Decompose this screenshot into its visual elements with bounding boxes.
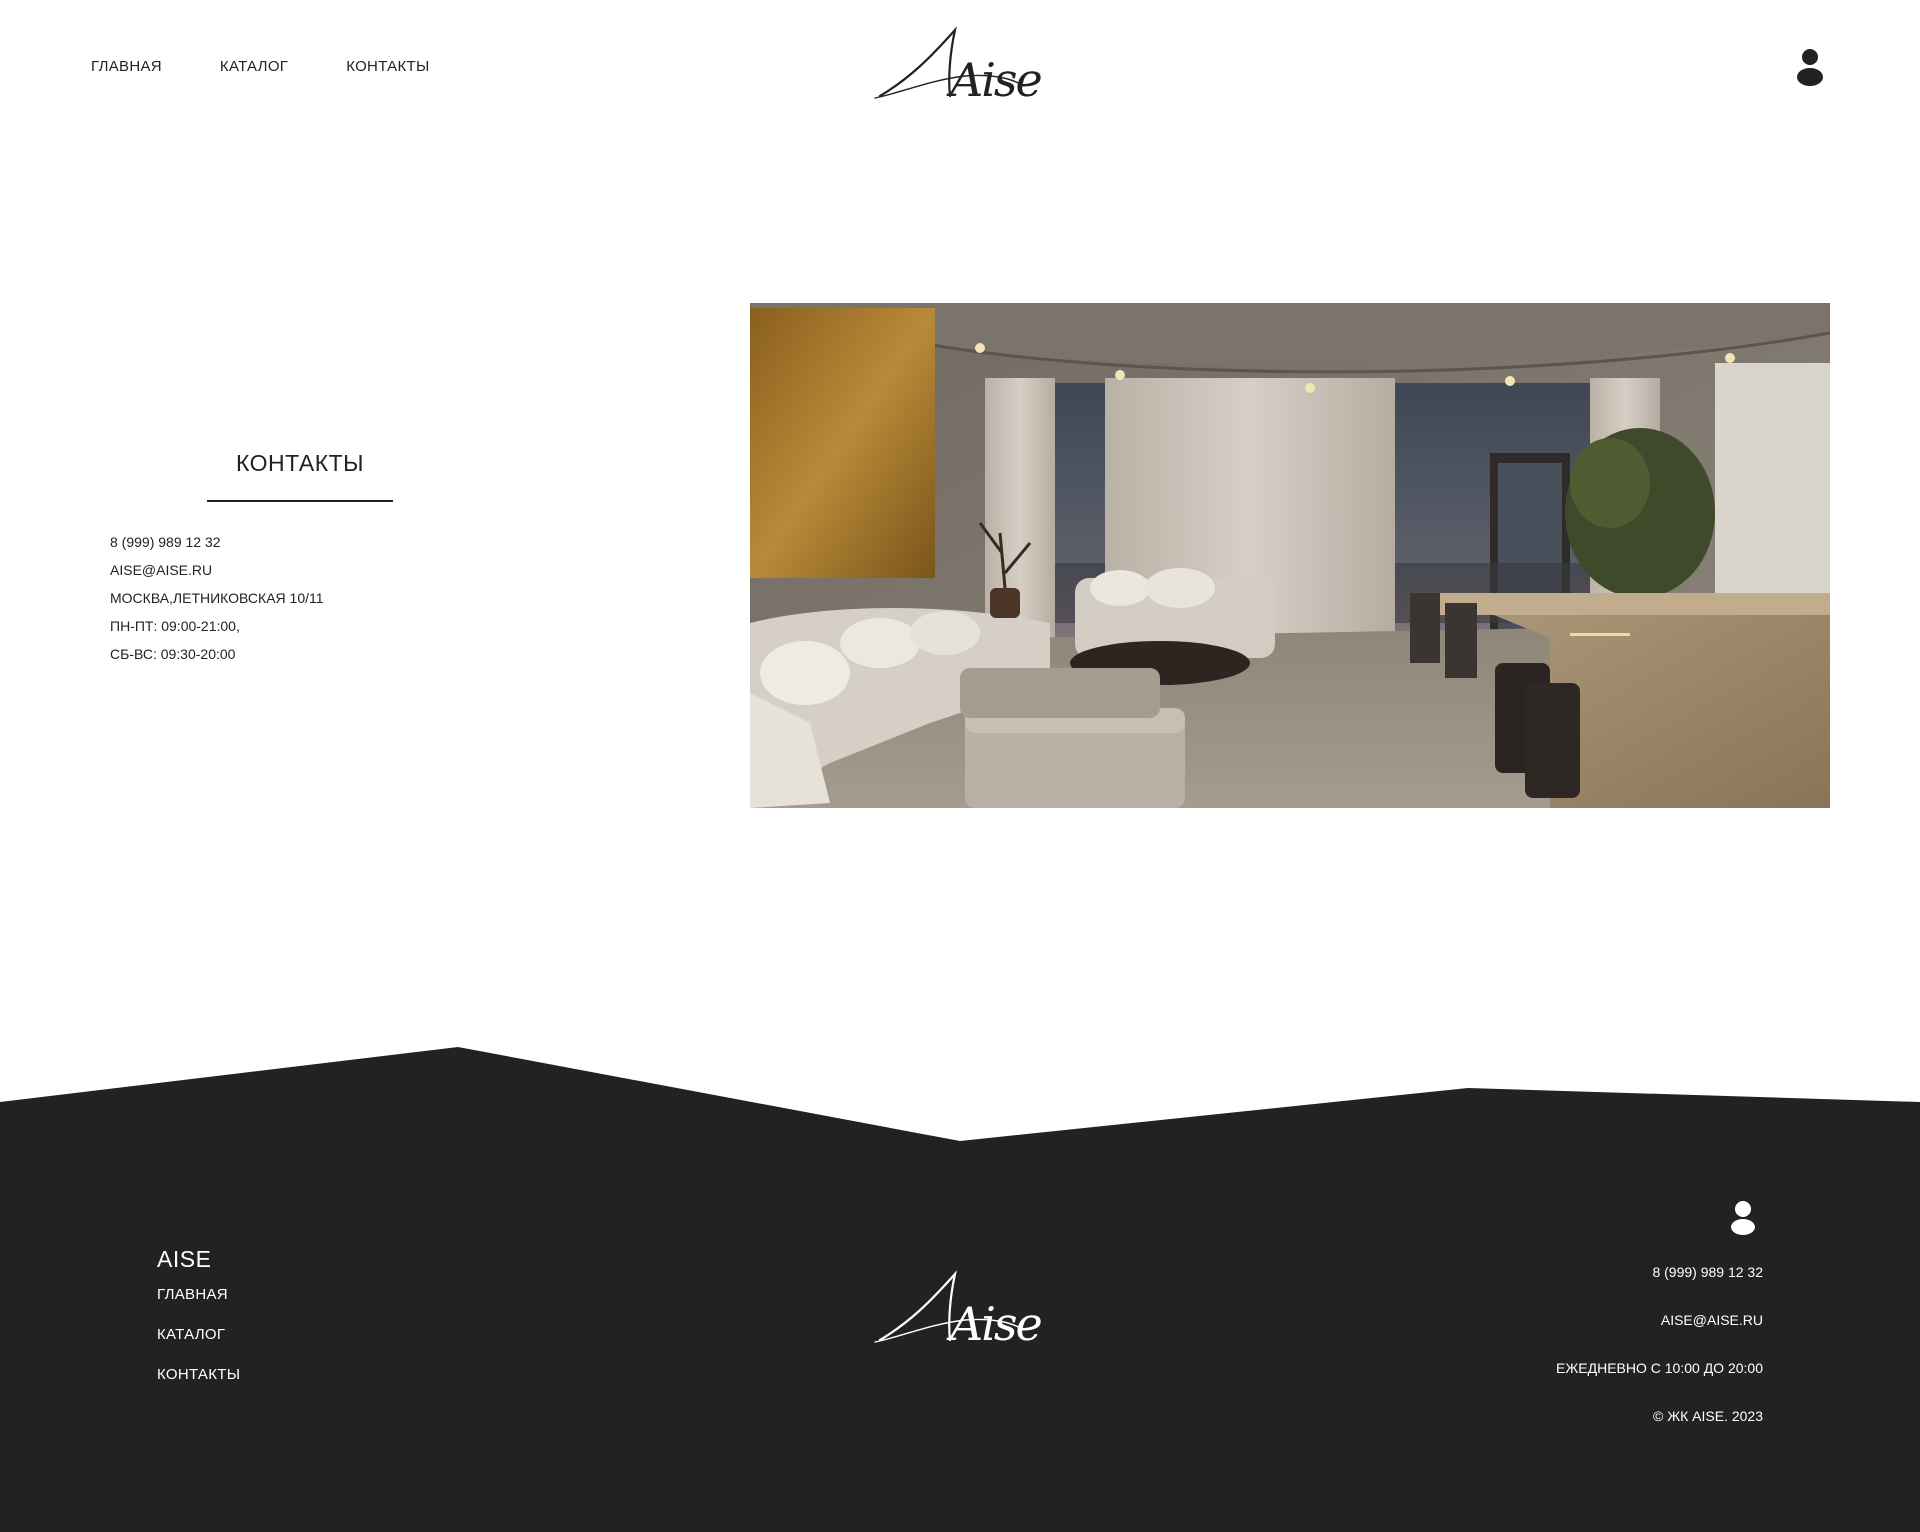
footer-hours: ЕЖЕДНЕВНО С 10:00 ДО 20:00 <box>1556 1360 1763 1376</box>
contact-phone[interactable]: 8 (999) 989 12 32 <box>110 528 324 556</box>
nav-link-home[interactable]: ГЛАВНАЯ <box>91 58 162 75</box>
footer-nav: ГЛАВНАЯ КАТАЛОГ КОНТАКТЫ <box>157 1286 240 1406</box>
contact-hours-weekend: СБ-ВС: 09:30-20:00 <box>110 646 236 662</box>
main-nav: ГЛАВНАЯ КАТАЛОГ КОНТАКТЫ <box>91 58 430 75</box>
footer-contact-info: 8 (999) 989 12 32 AISE@AISE.RU ЕЖЕДНЕВНО… <box>1556 1262 1763 1454</box>
nav-link-contacts[interactable]: КОНТАКТЫ <box>346 58 429 75</box>
user-icon[interactable] <box>1795 48 1825 86</box>
footer-link-catalog[interactable]: КАТАЛОГ <box>157 1326 225 1343</box>
interior-photo <box>750 303 1830 808</box>
contacts-list: 8 (999) 989 12 32 AISE@AISE.RU МОСКВА,ЛЕ… <box>110 528 324 668</box>
footer-link-home[interactable]: ГЛАВНАЯ <box>157 1286 228 1303</box>
aise-logo[interactable]: Aise <box>870 18 1050 108</box>
footer-user-icon[interactable] <box>1729 1200 1757 1236</box>
footer-email[interactable]: AISE@AISE.RU <box>1556 1310 1763 1330</box>
contact-email[interactable]: AISE@AISE.RU <box>110 556 324 584</box>
footer-copyright: © ЖК AISE. 2023 <box>1652 1408 1763 1424</box>
footer-brand: AISE <box>157 1246 212 1272</box>
footer-logo[interactable]: Aise <box>870 1262 1050 1352</box>
title-underline <box>207 500 393 502</box>
footer-phone[interactable]: 8 (999) 989 12 32 <box>1556 1262 1763 1282</box>
footer-logo-text: Aise <box>946 1297 1042 1351</box>
contacts-title: КОНТАКТЫ <box>235 450 365 476</box>
nav-link-catalog[interactable]: КАТАЛОГ <box>220 58 288 75</box>
contact-address: МОСКВА,ЛЕТНИКОВСКАЯ 10/11 <box>110 590 324 606</box>
footer-link-contacts[interactable]: КОНТАКТЫ <box>157 1366 240 1383</box>
contact-hours-weekdays: ПН-ПТ: 09:00-21:00, <box>110 618 240 634</box>
logo-text: Aise <box>946 53 1042 107</box>
